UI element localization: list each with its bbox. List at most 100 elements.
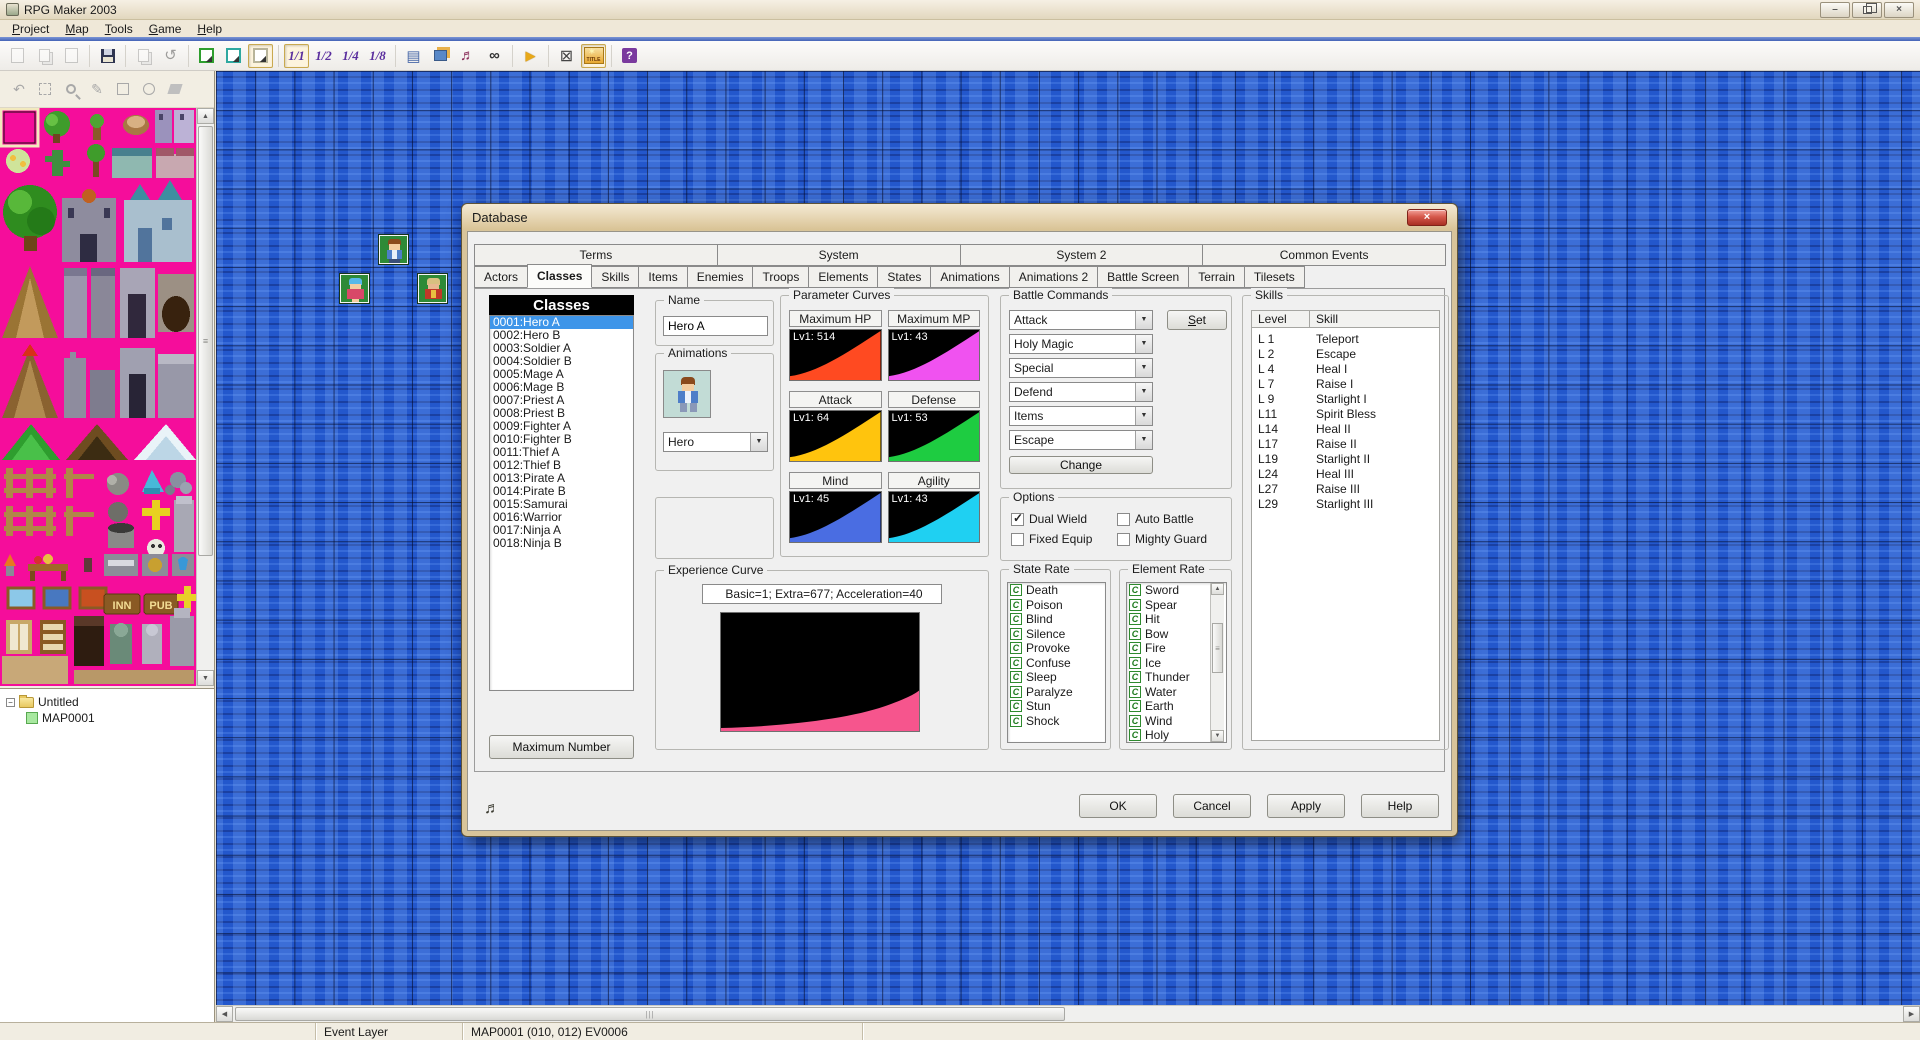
skill-row[interactable]: L 9 Starlight I: [1252, 392, 1439, 407]
dropdown-arrow-icon[interactable]: ▼: [1135, 431, 1152, 449]
state-rate-list[interactable]: C Death C Poison C Blind: [1007, 582, 1106, 743]
test-play-button[interactable]: ▶: [518, 44, 543, 68]
tab-upper[interactable]: System 2: [960, 244, 1204, 266]
music-button[interactable]: ♬: [455, 44, 480, 68]
state-rate-item[interactable]: C Provoke: [1008, 641, 1105, 656]
option-checkbox[interactable]: ✓ Dual Wield: [1011, 512, 1087, 526]
tab-lower[interactable]: Tilesets: [1244, 266, 1305, 288]
classes-list[interactable]: 0001:Hero A0002:Hero B0003:Soldier A0004…: [489, 315, 634, 691]
show-title-button[interactable]: TITLE: [581, 44, 606, 68]
state-rate-item[interactable]: C Shock: [1008, 714, 1105, 729]
checkbox-icon[interactable]: ✓: [1117, 533, 1130, 546]
database-button[interactable]: ▤: [401, 44, 426, 68]
scroll-down-icon[interactable]: ▼: [197, 670, 214, 686]
search-button[interactable]: ∞: [482, 44, 507, 68]
resource-manager-button[interactable]: [428, 44, 453, 68]
zoom-1-4-button[interactable]: 1/4: [338, 44, 363, 68]
battle-command-select[interactable]: Escape ▼: [1009, 430, 1153, 450]
experience-formula-field[interactable]: Basic=1; Extra=677; Acceleration=40: [702, 584, 942, 604]
new-project-button[interactable]: [5, 44, 30, 68]
state-rate-item[interactable]: C Sleep: [1008, 670, 1105, 685]
tileset-palette[interactable]: INN PUB: [0, 108, 197, 686]
upper-layer-button[interactable]: [221, 44, 246, 68]
lower-layer-button[interactable]: [194, 44, 219, 68]
experience-curve-chart[interactable]: [720, 612, 920, 732]
copy-map-button[interactable]: [131, 44, 156, 68]
parameter-curve[interactable]: Maximum HP Lv1: 514: [789, 310, 882, 381]
restore-button[interactable]: [1852, 2, 1882, 18]
battle-command-select[interactable]: Items ▼: [1009, 406, 1153, 426]
palette-scrollbar[interactable]: ▲ ≡ ▼: [196, 108, 214, 686]
state-rate-item[interactable]: C Silence: [1008, 627, 1105, 642]
close-project-button[interactable]: [59, 44, 84, 68]
parameter-curve-chart[interactable]: Lv1: 45: [789, 491, 882, 543]
battle-command-select[interactable]: Holy Magic ▼: [1009, 334, 1153, 354]
scroll-down-icon[interactable]: ▼: [1211, 730, 1224, 742]
tree-item-project[interactable]: − Untitled: [2, 694, 212, 710]
checkbox-icon[interactable]: ✓: [1011, 533, 1024, 546]
parameter-curve-chart[interactable]: Lv1: 64: [789, 410, 882, 462]
skill-row[interactable]: L14 Heal II: [1252, 422, 1439, 437]
pen-tool-icon[interactable]: ✎: [88, 80, 106, 98]
parameter-curve[interactable]: Defense Lv1: 53: [888, 391, 981, 462]
revert-button[interactable]: ↺: [158, 44, 183, 68]
dropdown-arrow-icon[interactable]: ▼: [1135, 407, 1152, 425]
skill-row[interactable]: L 1 Teleport: [1252, 332, 1439, 347]
checkbox-icon[interactable]: ✓: [1117, 513, 1130, 526]
zoom-1-1-button[interactable]: 1/1: [284, 44, 309, 68]
save-button[interactable]: [95, 44, 120, 68]
state-rate-item[interactable]: C Blind: [1008, 612, 1105, 627]
tab-lower[interactable]: Troops: [752, 266, 809, 288]
element-rate-scrollbar[interactable]: ▲ ≡ ▼: [1210, 583, 1224, 742]
dialog-button[interactable]: OK: [1079, 794, 1157, 818]
dropdown-arrow-icon[interactable]: ▼: [1135, 335, 1152, 353]
menu-item[interactable]: Game: [141, 21, 190, 37]
dropdown-arrow-icon[interactable]: ▼: [1135, 311, 1152, 329]
battle-command-select[interactable]: Defend ▼: [1009, 382, 1153, 402]
animation-select[interactable]: Hero ▼: [663, 432, 768, 452]
state-rate-item[interactable]: C Confuse: [1008, 656, 1105, 671]
tab-lower[interactable]: States: [877, 266, 931, 288]
palette-scrollbar-thumb[interactable]: ≡: [198, 126, 213, 556]
scroll-up-icon[interactable]: ▲: [197, 108, 214, 124]
tab-lower[interactable]: Terrain: [1188, 266, 1245, 288]
tab-lower[interactable]: Skills: [591, 266, 639, 288]
map-event-girl[interactable]: [340, 274, 369, 303]
state-rate-item[interactable]: C Death: [1008, 583, 1105, 598]
map-event-knight[interactable]: [418, 274, 447, 303]
menu-item[interactable]: Map: [57, 21, 96, 37]
maximum-number-button[interactable]: Maximum Number: [489, 735, 634, 759]
zoom-1-2-button[interactable]: 1/2: [311, 44, 336, 68]
skill-row[interactable]: L 2 Escape: [1252, 347, 1439, 362]
skill-row[interactable]: L27 Raise III: [1252, 482, 1439, 497]
skills-table[interactable]: L 1 Teleport L 2 Escape L 4 Heal I: [1251, 328, 1440, 741]
tab-upper[interactable]: Terms: [474, 244, 718, 266]
menu-item[interactable]: Project: [4, 21, 57, 37]
state-rate-item[interactable]: C Poison: [1008, 598, 1105, 613]
undo-icon[interactable]: ↶: [10, 80, 28, 98]
skill-row[interactable]: L29 Starlight III: [1252, 497, 1439, 512]
map-scrollbar-thumb[interactable]: |||: [235, 1007, 1065, 1021]
battle-command-select[interactable]: Attack ▼: [1009, 310, 1153, 330]
dialog-button[interactable]: Cancel: [1173, 794, 1251, 818]
scroll-left-icon[interactable]: ◀: [216, 1006, 233, 1022]
tab-upper[interactable]: Common Events: [1202, 244, 1446, 266]
tab-lower[interactable]: Animations: [930, 266, 1009, 288]
tree-collapse-icon[interactable]: −: [6, 698, 15, 707]
tree-item-map[interactable]: MAP0001: [2, 710, 212, 726]
tab-lower[interactable]: Actors: [474, 266, 528, 288]
element-scrollbar-thumb[interactable]: ≡: [1212, 623, 1223, 673]
tab-lower[interactable]: Battle Screen: [1097, 266, 1189, 288]
fill-tool-icon[interactable]: [166, 80, 184, 98]
fullscreen-button[interactable]: ⊠: [554, 44, 579, 68]
dropdown-arrow-icon[interactable]: ▼: [750, 433, 767, 451]
circle-tool-icon[interactable]: [140, 80, 158, 98]
parameter-curve[interactable]: Agility Lv1: 43: [888, 472, 981, 543]
parameter-curve-chart[interactable]: Lv1: 514: [789, 329, 882, 381]
class-sprite[interactable]: [663, 370, 711, 418]
tab-lower[interactable]: Items: [638, 266, 687, 288]
menu-item[interactable]: Help: [189, 21, 230, 37]
option-checkbox[interactable]: ✓ Fixed Equip: [1011, 532, 1092, 546]
parameter-curve[interactable]: Mind Lv1: 45: [789, 472, 882, 543]
skill-row[interactable]: L24 Heal III: [1252, 467, 1439, 482]
